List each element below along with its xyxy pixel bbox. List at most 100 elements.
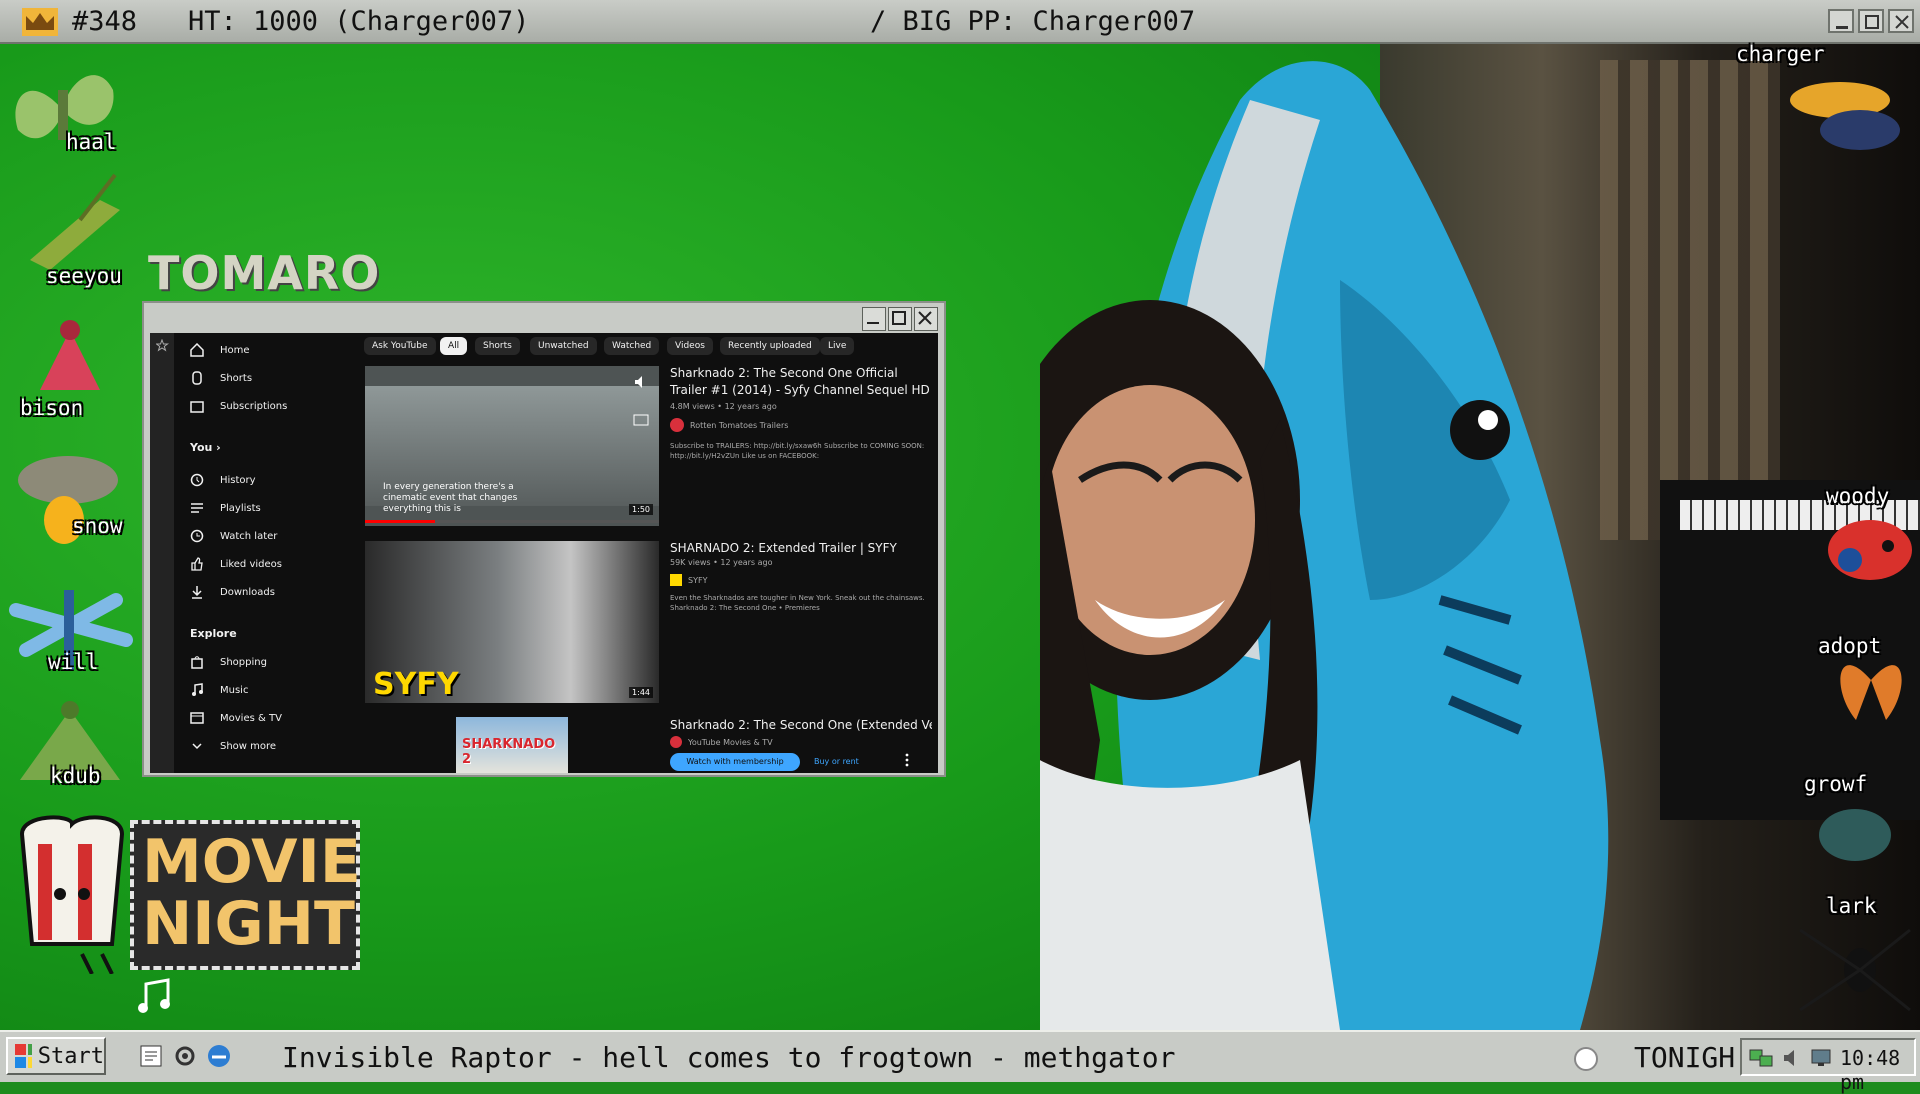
chip-live[interactable]: Live [820,337,855,355]
sidebar-item-label: Shopping [220,656,267,668]
start-button[interactable]: Start [6,1037,106,1075]
user-label-will: will [48,650,99,674]
video-duration: 1:50 [629,504,653,515]
video-title-2[interactable]: SHARNADO 2: Extended Trailer | SYFY [670,540,932,557]
sidebar-item-shorts[interactable]: Shorts [190,366,252,390]
butterfly-icon [1840,665,1902,720]
channel-name-3[interactable]: YouTube Movies & TV [688,738,773,747]
minimize-button[interactable] [1828,9,1854,33]
status-indicator [1574,1047,1598,1071]
shopping-bag-icon [191,656,203,669]
sidebar-item-history[interactable]: History [190,468,256,492]
window-close-button[interactable] [914,307,938,331]
clock-icon [190,529,204,543]
ticker-text: TONIGH [1634,1041,1736,1074]
user-label-seeyou: seeyou [46,264,122,288]
sidebar-item-label: Subscriptions [220,400,288,412]
shorts-icon [192,371,202,385]
channel-name-1[interactable]: Rotten Tomatoes Trailers [690,421,788,430]
minimize-icon [1836,26,1848,29]
channel-name-2[interactable]: SYFY [688,576,707,585]
sidebar-item-subscriptions[interactable]: Subscriptions [190,394,287,418]
sidebar-item-label: Show more [220,740,277,752]
crown-icon [22,8,58,36]
overlay-label-tomaro: TOMARO [148,246,381,300]
volume-icon[interactable] [1782,1047,1804,1069]
rank-number: #348 [72,6,138,37]
maximize-icon [1865,15,1879,29]
sidebar-item-label: History [220,474,256,486]
sidebar-item-watch-later[interactable]: Watch later [190,524,277,548]
sidebar-item-show-more[interactable]: Show more [190,734,276,758]
sidebar-item-home[interactable]: Home [190,338,250,362]
chip-ask-youtube[interactable]: Ask YouTube [364,337,436,355]
window-title-bar[interactable] [144,303,944,333]
high-tier-holder: HT: 1000 (Charger007) [188,6,530,37]
beetle-icon [1819,809,1891,861]
close-button[interactable] [1888,9,1914,33]
watch-membership-button[interactable]: Watch with membership [670,753,800,771]
user-label-snow: snow [72,514,123,538]
avatar[interactable] [670,574,682,586]
mantis-icon [40,320,100,390]
browser-side-strip [150,333,174,773]
sidebar-item-label: Music [220,684,249,696]
sidebar-item-shopping[interactable]: Shopping [190,650,267,674]
syfy-logo: SYFY [373,667,459,702]
more-options-icon[interactable] [904,753,910,767]
window-maximize-button[interactable] [888,307,912,331]
star-icon[interactable] [156,339,180,363]
title-bar: #348 HT: 1000 (Charger007) / BIG PP: Cha… [0,0,1920,44]
video-title-1[interactable]: Sharknado 2: The Second One Official Tra… [670,365,932,399]
video-thumbnail-1[interactable]: In every generation there's a cinematic … [365,366,659,526]
subscriptions-icon [190,401,204,413]
maximize-button[interactable] [1858,9,1884,33]
thumbs-up-icon [191,557,203,571]
chip-all[interactable]: All [440,337,468,355]
shark-costume-streamer [1040,61,1609,1030]
video-meta-1: 4.8M views • 12 years ago [670,402,777,411]
sidebar-item-playlists[interactable]: Playlists [190,496,261,520]
video-title-3[interactable]: Sharknado 2: The Second One (Extended Ve… [670,717,932,734]
chip-watched[interactable]: Watched [604,337,660,355]
wasp-icon [1790,82,1900,150]
video-thumbnail-2[interactable]: SYFY 1:44 [365,541,659,703]
video-duration: 1:44 [629,687,653,698]
window-minimize-button[interactable] [862,307,886,331]
display-icon[interactable] [1810,1047,1832,1069]
home-icon [190,343,204,357]
sidebar-item-music[interactable]: Music [190,678,248,702]
sidebar-item-movies-tv[interactable]: Movies & TV [190,706,282,730]
ladybug-icon [1828,520,1912,580]
sidebar-item-label: Movies & TV [220,712,282,724]
settings-icon[interactable] [172,1043,198,1069]
clock[interactable]: 10:48 pm [1840,1046,1914,1094]
user-label-woody: woody [1826,484,1890,508]
chip-unwatched[interactable]: Unwatched [530,337,597,355]
user-label-kdub: kdub [50,764,101,788]
playlists-icon [191,503,203,513]
network-icon[interactable] [1748,1047,1774,1069]
chip-videos[interactable]: Videos [667,337,713,355]
sidebar-header-explore: Explore [190,627,237,640]
sidebar-item-label: Watch later [220,530,278,542]
film-icon [190,712,204,724]
captions-icon[interactable] [633,414,649,426]
video-thumbnail-3[interactable]: SHARKNADO 2 [456,717,568,773]
notepad-icon[interactable] [138,1043,164,1069]
avatar[interactable] [670,418,684,432]
now-playing-text: Invisible Raptor - hell comes to frogtow… [282,1041,1176,1074]
youtube-browser-window[interactable]: Home Shorts Subscriptions You › History … [142,301,946,777]
sidebar-item-label: Home [220,344,250,356]
internet-explorer-icon[interactable] [206,1043,232,1069]
sidebar-item-liked-videos[interactable]: Liked videos [190,552,282,576]
chip-shorts[interactable]: Shorts [475,337,520,355]
chip-recently-uploaded[interactable]: Recently uploaded [720,337,820,355]
sidebar-header-you[interactable]: You › [190,441,221,454]
buy-or-rent-button[interactable]: Buy or rent [814,757,859,766]
mute-icon[interactable] [633,374,649,390]
taskbar: Start Invisible Raptor - hell comes to f… [0,1030,1920,1094]
avatar[interactable] [670,736,682,748]
start-label: Start [37,1043,104,1069]
sidebar-item-downloads[interactable]: Downloads [190,580,275,604]
